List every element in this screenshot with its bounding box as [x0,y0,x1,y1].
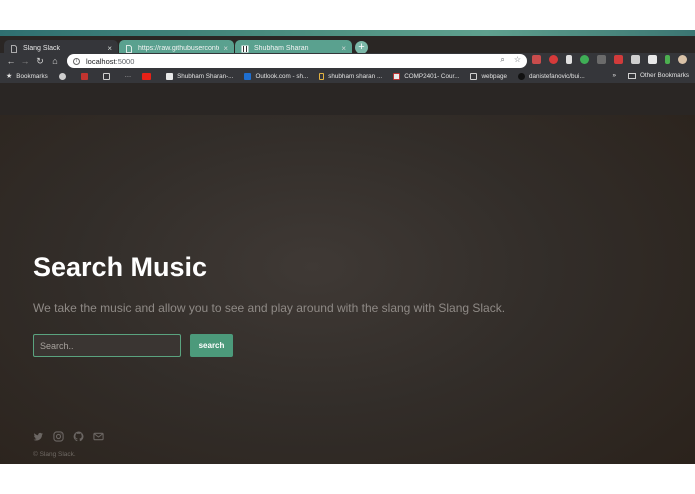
bookmark-icon [319,72,325,80]
social-links [33,431,104,442]
stripes-icon [166,72,174,80]
stripes-icon [241,45,249,52]
extension-icon[interactable] [566,55,572,64]
avatar[interactable] [678,55,687,64]
close-icon[interactable]: × [223,44,228,53]
reload-icon[interactable]: ↻ [33,54,47,68]
page-title: Search Music [33,252,208,282]
search-input[interactable] [33,334,181,357]
document-icon [126,44,132,53]
apple-icon [58,72,66,80]
other-bookmarks-button[interactable]: Other Bookmarks [628,72,689,79]
extension-icon[interactable] [597,55,606,64]
bookmark-item[interactable]: danistefanovic/bui... [518,72,585,80]
extension-icon[interactable] [580,55,589,64]
address-bar[interactable]: i localhost:5000 ⌕ ☆ [67,54,527,68]
bookmarks-bar: ★ Bookmarks ··· Shubham Sharan-... Outloo… [0,69,695,83]
instagram-icon[interactable] [53,431,64,442]
bookmarks-right: » Other Bookmarks [612,72,689,79]
github-icon [518,72,526,80]
bookmark-label: danistefanovic/bui... [529,72,585,80]
url-port: :5000 [115,56,135,66]
document-icon [102,72,110,80]
extension-icon[interactable] [532,55,541,64]
extension-icon[interactable] [614,55,623,64]
extension-icon[interactable] [631,55,640,64]
browser-toolbar: ← → ↻ ⌂ i localhost:5000 ⌕ ☆ ⋮ [0,53,695,69]
bookmark-label: Outlook.com - sh... [255,72,309,80]
extension-icon[interactable] [549,55,558,64]
bookmark-item[interactable] [102,72,114,80]
course-icon [393,72,401,80]
browser-window: Slang Slack × https://raw.githubusercont… [0,30,695,464]
document-icon [470,72,478,80]
back-arrow-icon[interactable]: ← [4,54,18,68]
bookmark-item[interactable]: webpage [470,72,508,80]
page-content: Search Music We take the music and allow… [0,115,695,464]
bookmark-star-icon[interactable]: ☆ [514,55,521,65]
url-host: localhost [86,56,116,66]
search-button[interactable]: search [190,334,233,357]
red-logo-icon [80,72,88,80]
info-icon[interactable]: i [73,57,80,65]
youtube-icon [142,72,152,80]
bookmark-item[interactable]: ··· [125,73,131,80]
tab-label: Shubham Sharan [254,45,309,52]
page-subtitle: We take the music and allow you to see a… [33,301,506,315]
bookmark-label: COMP2401- Cour... [404,72,460,80]
bookmark-item[interactable]: shubham sharan ... [319,72,383,80]
bookmark-item[interactable]: ★ Bookmarks [6,72,48,81]
bookmark-item[interactable]: COMP2401- Cour... [393,72,460,80]
outlook-icon [244,72,252,80]
home-icon[interactable]: ⌂ [48,54,62,68]
copyright-text: © Slang Slack. [33,451,76,458]
star-icon: ★ [6,73,13,80]
close-icon[interactable]: × [107,44,112,53]
search-icon[interactable]: ⌕ [500,55,504,65]
bookmark-label: shubham sharan ... [328,72,383,80]
document-icon [11,44,17,53]
bookmark-label: ··· [124,72,132,80]
extensions-area: ⋮ [532,55,695,64]
close-icon[interactable]: × [341,44,346,53]
mail-icon[interactable] [93,431,104,442]
bookmark-item[interactable] [142,72,155,80]
bookmark-label: Bookmarks [16,72,48,80]
bookmark-item[interactable]: Outlook.com - sh... [244,72,309,80]
bookmark-label: Shubham Sharan-... [177,72,234,80]
bookmarks-overflow-button[interactable]: » [612,72,616,79]
twitter-icon[interactable] [33,431,44,442]
url-text: localhost:5000 [86,57,134,66]
bookmark-item[interactable]: Shubham Sharan-... [166,72,234,80]
folder-icon [628,72,636,79]
extension-icon[interactable] [648,55,657,64]
tab-label: Slang Slack [23,45,60,52]
extension-icon[interactable] [665,55,670,64]
bookmark-item[interactable] [58,72,70,80]
bookmark-item[interactable] [80,72,92,80]
tab-label: https://raw.githubuserconten [138,45,220,52]
github-icon[interactable] [73,431,84,442]
forward-arrow-icon[interactable]: → [18,54,32,68]
bookmark-label: webpage [481,72,508,80]
other-bookmarks-label: Other Bookmarks [640,72,689,79]
